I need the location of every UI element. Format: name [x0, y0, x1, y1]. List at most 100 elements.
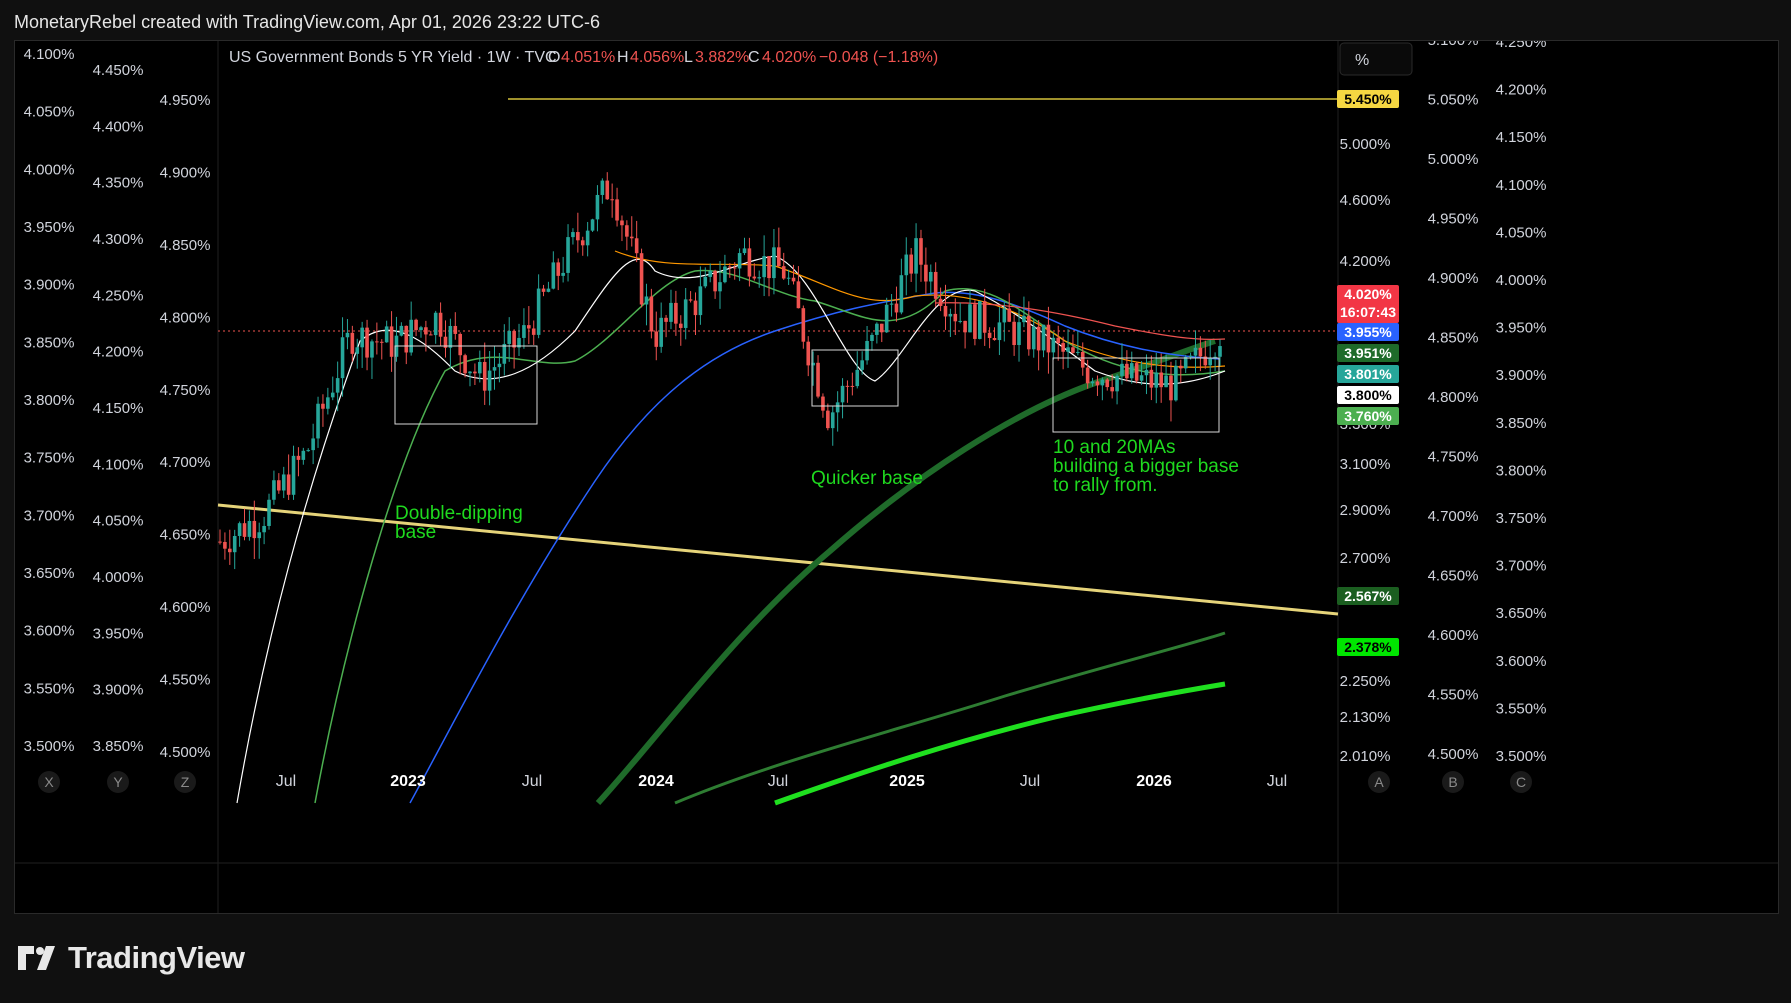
candle-body[interactable] [723, 266, 727, 283]
candle-body[interactable] [992, 337, 997, 341]
chart-svg[interactable]: 3.500% 3.550% 3.600% 3.650% 3.700% 3.750% 3.80… [15, 32, 1778, 913]
candle-body[interactable] [561, 272, 565, 276]
candle-body[interactable] [987, 332, 992, 338]
candle-body[interactable] [1174, 365, 1178, 401]
candle-body[interactable] [1056, 337, 1061, 344]
candle-body[interactable] [458, 333, 462, 356]
candle-body[interactable] [556, 262, 561, 276]
candle-body[interactable] [806, 341, 811, 366]
candle-body[interactable] [487, 370, 492, 391]
candle-body[interactable] [1208, 357, 1212, 366]
candle-body[interactable] [924, 264, 928, 282]
candle-body[interactable] [1076, 351, 1080, 353]
candle-body[interactable] [909, 254, 913, 274]
candle-body[interactable] [865, 340, 869, 361]
candle-body[interactable] [1095, 381, 1100, 386]
candle-body[interactable] [507, 330, 512, 344]
candle-body[interactable] [718, 282, 722, 292]
candle-body[interactable] [1149, 369, 1154, 388]
symbol-legend[interactable]: US Government Bonds 5 YR Yield · 1W · TV… [229, 49, 938, 66]
candle-body[interactable] [267, 499, 271, 526]
candle-body[interactable] [948, 313, 953, 317]
candle-body[interactable] [546, 288, 551, 292]
candle-body[interactable] [330, 392, 335, 398]
candle-body[interactable] [428, 334, 433, 336]
candle-body[interactable] [409, 319, 413, 353]
candle-body[interactable] [1105, 379, 1110, 388]
candle-body[interactable] [286, 474, 291, 495]
candle-body[interactable] [1218, 346, 1222, 357]
candle-body[interactable] [291, 455, 296, 495]
candle-body[interactable] [1007, 308, 1012, 322]
candle-body[interactable] [502, 343, 507, 364]
candle-body[interactable] [1090, 381, 1095, 384]
candle-body[interactable] [821, 396, 825, 411]
candle-body[interactable] [649, 296, 654, 332]
candle-body[interactable] [576, 232, 580, 241]
candle-body[interactable] [894, 303, 899, 313]
candle-body[interactable] [311, 438, 315, 451]
candle-body[interactable] [1115, 375, 1119, 392]
candle-body[interactable] [688, 299, 693, 301]
candle-body[interactable] [953, 313, 958, 322]
candle-body[interactable] [801, 308, 806, 342]
candle-body[interactable] [355, 347, 360, 354]
candle-body[interactable] [497, 363, 502, 368]
candle-body[interactable] [639, 253, 644, 305]
candle-body[interactable] [713, 270, 717, 292]
candle-body[interactable] [389, 326, 394, 357]
candle-body[interactable] [463, 355, 467, 374]
candle-body[interactable] [262, 525, 266, 533]
candle-body[interactable] [816, 362, 820, 397]
candle-body[interactable] [595, 194, 600, 220]
candle-body[interactable] [301, 450, 306, 460]
candle-body[interactable] [830, 412, 835, 429]
candle-body[interactable] [365, 327, 369, 358]
candle-body[interactable] [610, 199, 614, 201]
candle-body[interactable] [414, 319, 418, 331]
candle-body[interactable] [732, 267, 737, 269]
candle-body[interactable] [1002, 308, 1007, 323]
candle-body[interactable] [899, 275, 904, 313]
candle-body[interactable] [875, 323, 879, 335]
candle-body[interactable] [585, 230, 590, 246]
candle-body[interactable] [767, 256, 771, 279]
candle-body[interactable] [1080, 351, 1085, 368]
candle-body[interactable] [1188, 355, 1193, 358]
candle-body[interactable] [644, 296, 649, 305]
candle-body[interactable] [335, 378, 340, 393]
candle-body[interactable] [1022, 315, 1026, 323]
candle-body[interactable] [973, 304, 977, 339]
candle-body[interactable] [512, 330, 516, 348]
candle-body[interactable] [424, 327, 428, 335]
candle-body[interactable] [370, 341, 374, 358]
candle-body[interactable] [1027, 315, 1031, 350]
candle-body[interactable] [566, 237, 570, 273]
candle-body[interactable] [904, 254, 909, 276]
candle-body[interactable] [1051, 337, 1056, 353]
candle-body[interactable] [698, 286, 703, 316]
candle-body[interactable] [600, 180, 605, 195]
candle-body[interactable] [527, 325, 531, 329]
candle-body[interactable] [938, 298, 943, 306]
candle-body[interactable] [551, 262, 556, 289]
candle-body[interactable] [884, 304, 889, 333]
candle-body[interactable] [1036, 326, 1041, 351]
candle-body[interactable] [590, 219, 595, 231]
candle-body[interactable] [492, 367, 497, 371]
candle-body[interactable] [1066, 347, 1070, 352]
candle-body[interactable] [306, 450, 311, 452]
candle-body[interactable] [708, 270, 712, 277]
candle-body[interactable] [478, 361, 482, 374]
candle-body[interactable] [777, 247, 781, 267]
candle-body[interactable] [1041, 324, 1046, 351]
candle-body[interactable] [272, 480, 276, 500]
candle-body[interactable] [674, 302, 678, 324]
candle-body[interactable] [678, 323, 683, 328]
candle-body[interactable] [928, 271, 933, 282]
candle-body[interactable] [252, 520, 257, 539]
candle-body[interactable] [1178, 365, 1183, 369]
candle-body[interactable] [728, 266, 732, 268]
candle-body[interactable] [997, 322, 1002, 341]
candle-body[interactable] [958, 320, 962, 322]
